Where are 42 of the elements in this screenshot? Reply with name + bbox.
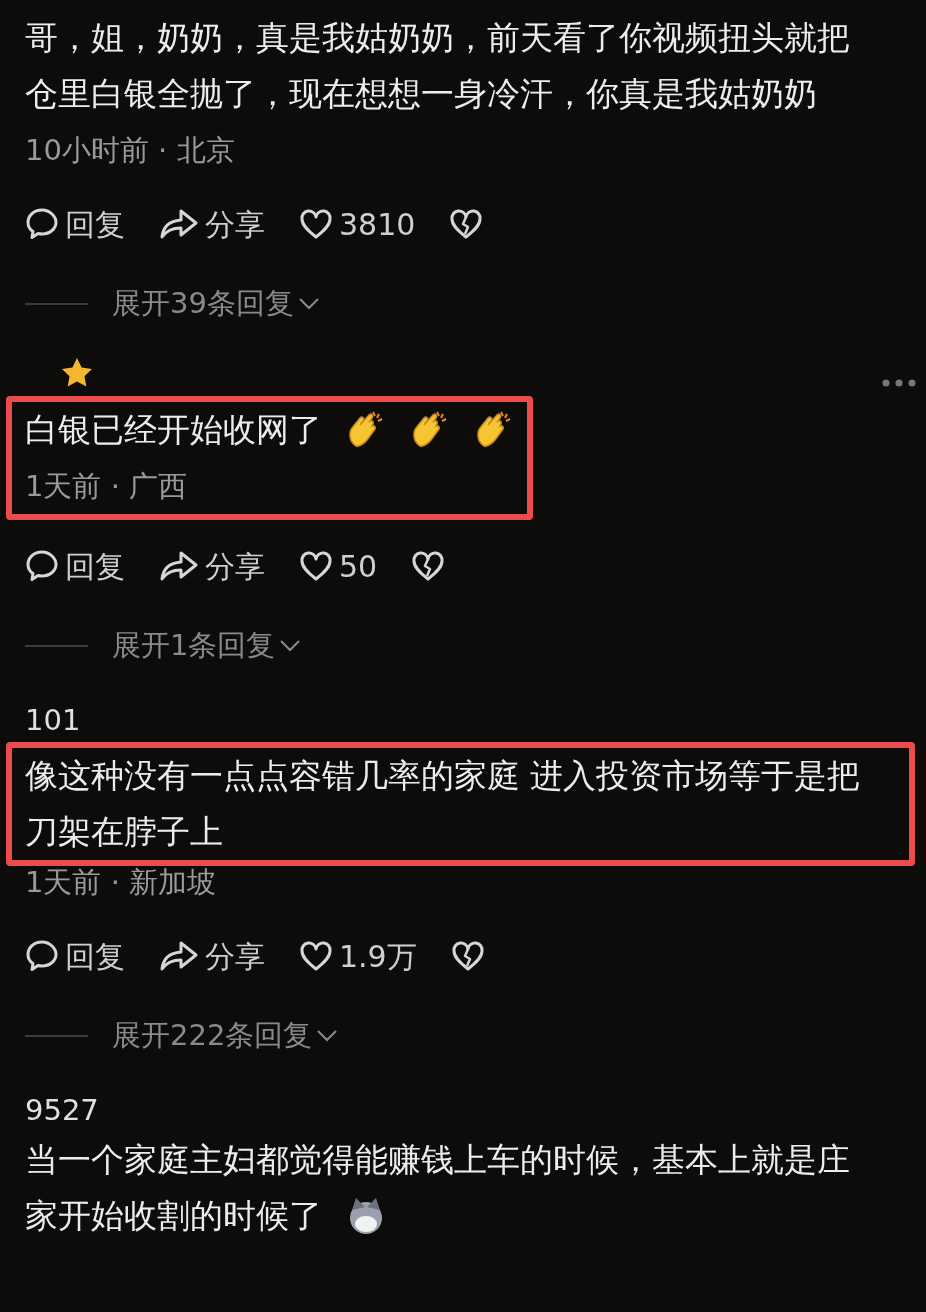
comment-text: 仓里白银全抛了，现在想想一身冷汗，你真是我姑奶奶 [25,73,817,115]
reply-button[interactable]: 回复 [25,201,125,247]
heart-icon [299,208,333,240]
comment-icon [25,549,59,583]
chevron-down-icon [279,639,302,653]
heart-icon [299,940,333,972]
comment-meta: 1天前 · 新加坡 [25,864,217,901]
expand-replies-button[interactable]: 展开39条回复 [112,282,320,326]
share-icon [159,940,199,972]
comment-icon [25,939,59,973]
expand-replies-button[interactable]: 展开1条回复 [112,624,302,668]
comment-text: 白银已经开始收网了 [25,409,322,451]
author-name: 101 [25,702,81,739]
dislike-button[interactable] [450,940,485,972]
reply-button[interactable]: 回复 [25,933,125,979]
chevron-down-icon [297,297,320,311]
chevron-down-icon [316,1029,339,1043]
author-name: 9527 [25,1092,99,1129]
comment-meta: 10小时前 · 北京 [25,132,235,169]
broken-heart-icon [450,940,485,972]
share-button[interactable]: 分享 [159,933,265,979]
share-icon [159,550,199,582]
broken-heart-icon [449,208,484,240]
comment-text: 当一个家庭主妇都觉得能赚钱上车的时候，基本上就是庄 [25,1139,850,1181]
comment-icon [25,207,59,241]
dislike-button[interactable] [449,208,484,240]
expand-replies-button[interactable]: 展开222条回复 [112,1014,339,1058]
like-button[interactable]: 3810 [299,201,416,247]
like-button[interactable]: 1.9万 [299,933,417,979]
broken-heart-icon [411,550,446,582]
comment-text: 像这种没有一点点容错几率的家庭 进入投资市场等于是把 [25,755,861,797]
heart-icon [299,550,333,582]
share-button[interactable]: 分享 [159,201,265,247]
comment-text: 家开始收割的时候了 [25,1195,322,1237]
share-icon [159,208,199,240]
comment-text: 刀架在脖子上 [25,811,223,853]
dislike-button[interactable] [411,550,446,582]
comment-text: 哥，姐，奶奶，真是我姑奶奶，前天看了你视频扭头就把 [25,17,850,59]
share-button[interactable]: 分享 [159,543,265,589]
like-button[interactable]: 50 [299,543,378,589]
comment-meta: 1天前 · 广西 [25,468,188,505]
reply-button[interactable]: 回复 [25,543,125,589]
